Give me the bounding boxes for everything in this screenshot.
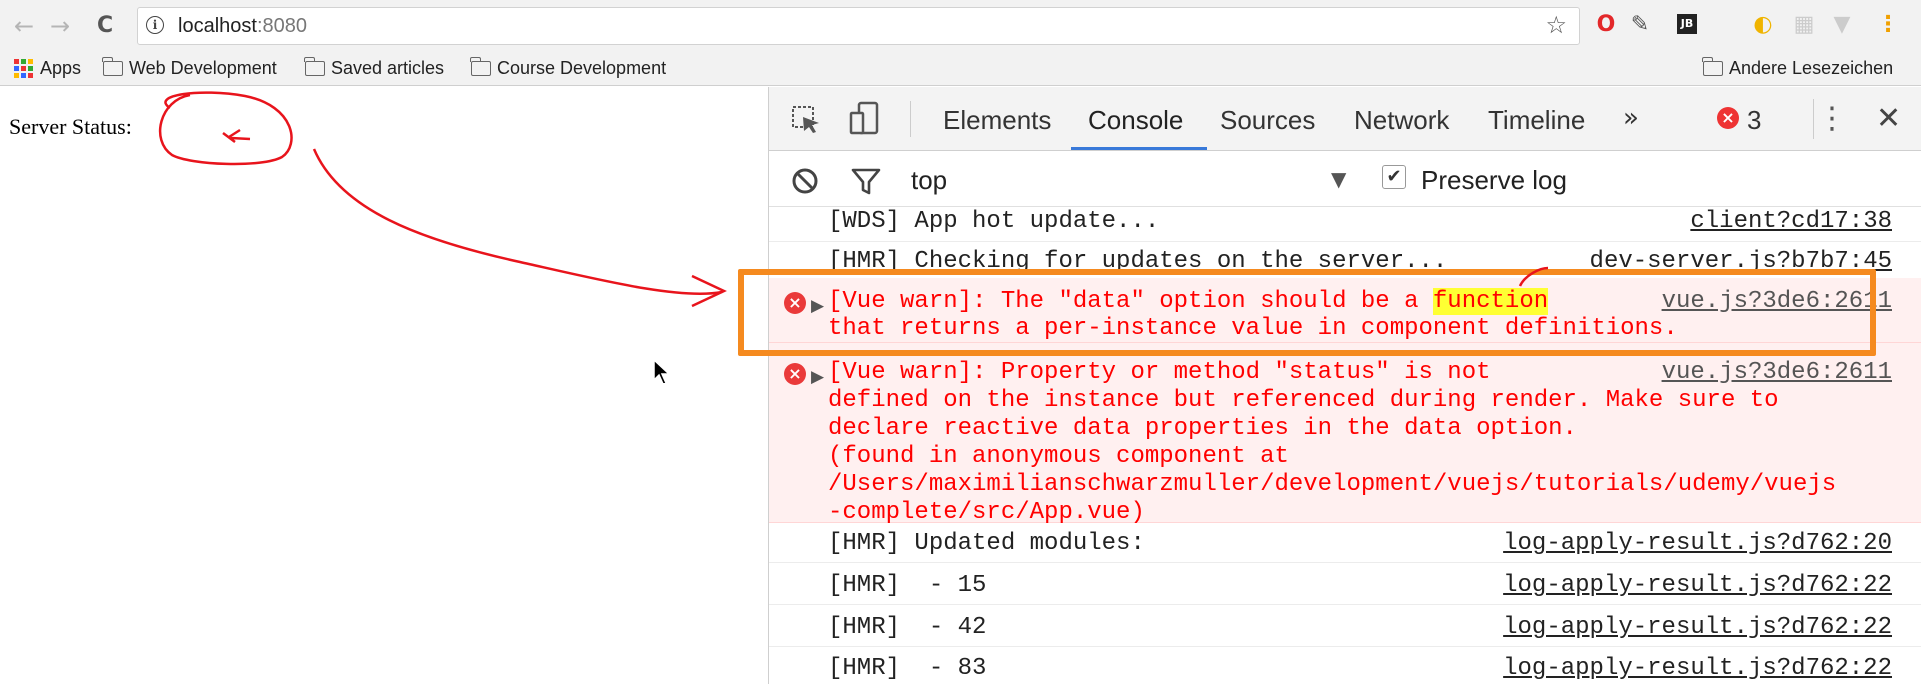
bookmark-folder-web-development[interactable]: Web Development bbox=[102, 57, 277, 79]
reload-button[interactable]: C bbox=[97, 13, 113, 38]
tab-sources[interactable]: Sources bbox=[1220, 105, 1315, 136]
message-text-line: declare reactive data properties in the … bbox=[828, 415, 1577, 442]
url-host: localhost bbox=[178, 15, 257, 37]
address-bar[interactable]: i localhost:8080 ☆ bbox=[137, 7, 1580, 45]
bookmark-folder-other[interactable]: Andere Lesezeichen bbox=[1702, 57, 1894, 79]
error-count[interactable]: 3 bbox=[1747, 105, 1761, 136]
devtools-tab-bar: Elements Console Sources Network Timelin… bbox=[769, 87, 1921, 151]
annotation-highlight-box bbox=[738, 269, 1876, 356]
folder-icon bbox=[1702, 57, 1723, 76]
bookmark-label: Saved articles bbox=[331, 58, 445, 78]
error-count-icon[interactable]: × bbox=[1717, 107, 1739, 129]
mouse-cursor-icon bbox=[653, 358, 670, 385]
menu-icon[interactable]: ⋮ bbox=[1876, 12, 1900, 38]
active-tab-indicator bbox=[1071, 147, 1207, 150]
annotation-arrow bbox=[312, 148, 723, 296]
devtools-menu-icon[interactable]: ⋮ bbox=[1817, 101, 1847, 136]
message-source-link[interactable]: log-apply-result.js?d762:22 bbox=[1503, 613, 1892, 642]
moon-extension-icon[interactable]: ◐ bbox=[1751, 12, 1775, 38]
folder-icon bbox=[470, 57, 491, 76]
message-text-line: defined on the instance but referenced d… bbox=[828, 387, 1779, 414]
console-message[interactable]: [HMR] - 15 log-apply-result.js?d762:22 bbox=[769, 563, 1921, 605]
devtools-panel: Elements Console Sources Network Timelin… bbox=[768, 87, 1921, 684]
tab-console[interactable]: Console bbox=[1088, 105, 1183, 136]
bookmark-label: Course Development bbox=[497, 58, 667, 78]
bookmark-apps[interactable]: Apps bbox=[14, 58, 81, 79]
bookmark-apps-label: Apps bbox=[40, 58, 82, 78]
context-dropdown-icon[interactable]: ▼ bbox=[1331, 167, 1346, 191]
message-text: [HMR] Updated modules: bbox=[828, 530, 1145, 557]
folder-icon bbox=[102, 57, 123, 76]
close-devtools-icon[interactable]: ✕ bbox=[1876, 101, 1901, 136]
info-icon[interactable]: i bbox=[146, 16, 164, 34]
error-icon: × bbox=[784, 363, 806, 385]
annotation-arrowhead bbox=[691, 274, 727, 308]
vue-extension-icon[interactable]: ▼ bbox=[1830, 12, 1854, 38]
filter-icon[interactable] bbox=[851, 167, 881, 195]
more-tabs-button[interactable]: » bbox=[1623, 103, 1639, 133]
toolbar-divider bbox=[1813, 99, 1814, 139]
url-port: :8080 bbox=[256, 15, 307, 37]
bookmark-folder-saved-articles[interactable]: Saved articles bbox=[304, 57, 445, 79]
message-source-link[interactable]: client?cd17:38 bbox=[1690, 207, 1892, 236]
forward-button[interactable]: → bbox=[50, 12, 70, 40]
console-filter-bar: top ▼ ✔ Preserve log bbox=[769, 151, 1921, 207]
bookmarks-bar: Apps Web Development Saved articles Cour… bbox=[0, 52, 1921, 86]
message-text: [HMR] - 42 bbox=[828, 614, 987, 641]
bookmark-label: Andere Lesezeichen bbox=[1729, 58, 1894, 78]
message-source-link[interactable]: log-apply-result.js?d762:20 bbox=[1503, 529, 1892, 558]
inspect-element-icon[interactable] bbox=[791, 105, 821, 135]
context-selector[interactable]: top bbox=[911, 165, 947, 196]
toolbar-divider bbox=[910, 101, 911, 137]
device-toolbar-icon[interactable] bbox=[849, 101, 881, 137]
bookmark-star-icon[interactable]: ☆ bbox=[1545, 11, 1567, 39]
annotation-circle bbox=[158, 91, 293, 166]
tab-network[interactable]: Network bbox=[1354, 105, 1449, 136]
message-text: [HMR] - 15 bbox=[828, 572, 987, 599]
tab-elements[interactable]: Elements bbox=[943, 105, 1051, 136]
jetbrains-extension-icon[interactable]: JB bbox=[1677, 14, 1697, 34]
console-message[interactable]: [WDS] App hot update... client?cd17:38 bbox=[769, 207, 1921, 242]
opera-extension-icon[interactable]: O bbox=[1594, 12, 1618, 38]
tab-timeline[interactable]: Timeline bbox=[1488, 105, 1585, 136]
browser-toolbar: ← → C i localhost:8080 ☆ O ✎ JB ◐ ▦ ▼ ⋮ bbox=[0, 0, 1921, 52]
preserve-log-label[interactable]: Preserve log bbox=[1421, 165, 1567, 196]
expand-triangle-icon[interactable]: ▶ bbox=[811, 363, 824, 392]
clear-console-icon[interactable] bbox=[791, 167, 819, 195]
url-text[interactable]: localhost:8080 bbox=[178, 15, 307, 38]
apps-grid-icon bbox=[14, 58, 34, 79]
preserve-log-checkbox[interactable]: ✔ bbox=[1382, 165, 1406, 189]
message-text: [WDS] App hot update... bbox=[828, 208, 1160, 235]
console-error-message[interactable]: × ▶ [Vue warn]: Property or method "stat… bbox=[769, 343, 1921, 526]
annotation-x-mark bbox=[222, 128, 251, 143]
eyedropper-extension-icon[interactable]: ✎ bbox=[1628, 12, 1652, 38]
server-status-label: Server Status: bbox=[9, 114, 132, 139]
message-text-line: /Users/maximilianschwarzmuller/developme… bbox=[828, 471, 1837, 498]
message-text-line: [Vue warn]: Property or method "status" … bbox=[828, 359, 1491, 386]
bookmark-folder-course-development[interactable]: Course Development bbox=[470, 57, 667, 79]
message-text-line: (found in anonymous component at bbox=[828, 443, 1289, 470]
message-text: [HMR] - 83 bbox=[828, 655, 987, 682]
console-message[interactable]: [HMR] - 83 log-apply-result.js?d762:22 bbox=[769, 647, 1921, 684]
console-message[interactable]: [HMR] Updated modules: log-apply-result.… bbox=[769, 523, 1921, 563]
back-button[interactable]: ← bbox=[14, 12, 34, 40]
folder-icon bbox=[304, 57, 325, 76]
grid-extension-icon[interactable]: ▦ bbox=[1792, 12, 1816, 38]
console-message[interactable]: [HMR] - 42 log-apply-result.js?d762:22 bbox=[769, 605, 1921, 647]
bookmark-label: Web Development bbox=[129, 58, 277, 78]
message-source-link[interactable]: log-apply-result.js?d762:22 bbox=[1503, 571, 1892, 600]
message-source-link[interactable]: vue.js?3de6:2611 bbox=[1662, 358, 1892, 387]
message-source-link[interactable]: log-apply-result.js?d762:22 bbox=[1503, 654, 1892, 683]
